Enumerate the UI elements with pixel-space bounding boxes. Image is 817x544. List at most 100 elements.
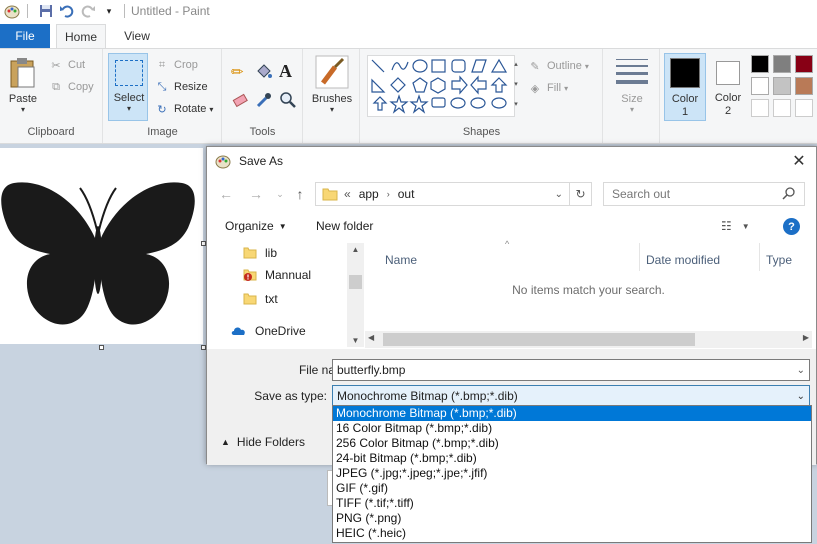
drawing-canvas[interactable] [0,148,203,344]
save-type-select[interactable]: Monochrome Bitmap (*.bmp;*.dib) ⌄ [332,385,810,407]
scroll-left-icon[interactable]: ◀ [368,333,374,342]
cut-button[interactable]: ✂ Cut [48,56,85,74]
file-name-input[interactable]: butterfly.bmp ⌄ [332,359,810,381]
file-list-scrollbar[interactable]: ◀ ▶ [365,331,812,348]
customize-quick-access-icon[interactable]: ▾ [100,2,118,20]
palette-swatch-empty-2[interactable] [773,99,791,117]
size-button[interactable]: Size ▾ [610,53,654,119]
palette-swatch-gray[interactable] [773,55,791,73]
redo-icon[interactable] [79,2,97,20]
tab-file[interactable]: File [0,24,50,48]
folder-icon [243,293,257,305]
rotate-dropdown-icon: ▾ [209,104,214,114]
paste-button[interactable]: Paste ▾ [6,55,40,117]
close-icon[interactable]: ✕ [790,152,808,170]
color1-button[interactable]: Color 1 [664,53,706,121]
brushes-button[interactable]: Brushes ▾ [308,53,356,119]
select-label: Select [113,92,145,104]
nav-item-txt[interactable]: txt [243,289,278,309]
navigation-scrollbar[interactable]: ▲ ▼ [347,243,364,347]
refresh-icon[interactable]: ↻ [569,183,591,205]
outline-label: Outline [547,60,582,72]
new-folder-button[interactable]: New folder [316,219,373,233]
save-type-option-tiff[interactable]: TIFF (*.tif;*.tiff) [333,496,811,511]
save-type-option-heic[interactable]: HEIC (*.heic) [333,526,811,541]
breadcrumb-overflow[interactable]: « [344,187,351,201]
view-options-icon[interactable]: ☷ ▼ [721,219,750,233]
paste-label: Paste [8,93,38,105]
save-type-option-gif[interactable]: GIF (*.gif) [333,481,811,496]
palette-swatch-empty-1[interactable] [751,99,769,117]
breadcrumb-app[interactable]: app [359,187,379,201]
canvas-resize-handle-bottom[interactable] [99,345,104,350]
sort-indicator-icon: ^ [505,239,510,249]
back-arrow-icon[interactable]: ← [217,185,235,203]
save-type-option-monochrome-bitmap[interactable]: Monochrome Bitmap (*.bmp;*.dib) [333,406,811,421]
help-icon[interactable]: ? [783,218,800,235]
scroll-thumb[interactable] [383,333,695,346]
tab-view[interactable]: View [114,24,160,48]
organize-button[interactable]: Organize ▼ [225,219,287,233]
breadcrumb-out[interactable]: out [398,187,415,201]
scroll-thumb[interactable] [349,275,362,289]
shapes-gallery[interactable] [367,55,515,117]
hide-folders-button[interactable]: ▲ Hide Folders [221,435,305,449]
save-type-option-jpeg[interactable]: JPEG (*.jpg;*.jpeg;*.jpe;*.jfif) [333,466,811,481]
recent-locations-icon[interactable]: ⌄ [271,185,289,203]
palette-swatch-dark-red[interactable] [795,55,813,73]
resize-button[interactable]: ⤡ Resize [154,78,208,96]
color2-button[interactable]: Color 2 [708,53,748,121]
palette-swatch-white[interactable] [751,77,769,95]
fill-bucket-icon[interactable] [255,63,273,81]
magnifier-icon[interactable] [279,91,297,109]
address-dropdown-icon[interactable]: ⌄ [555,189,563,200]
save-type-dropdown-icon[interactable]: ⌄ [797,391,805,402]
column-type[interactable]: Type [766,247,792,273]
save-type-option-256-color-bitmap[interactable]: 256 Color Bitmap (*.bmp;*.dib) [333,436,811,451]
pencil-icon[interactable]: ✏ [231,63,249,81]
column-date-modified[interactable]: Date modified [646,247,720,273]
scroll-right-icon[interactable]: ▶ [803,333,809,342]
paste-dropdown-icon: ▾ [20,105,25,114]
nav-item-mannual[interactable]: Mannual [243,265,311,285]
save-type-option-16-color-bitmap[interactable]: 16 Color Bitmap (*.bmp;*.dib) [333,421,811,436]
undo-icon[interactable] [58,2,76,20]
up-arrow-icon[interactable]: ↑ [291,185,309,203]
save-type-option-png[interactable]: PNG (*.png) [333,511,811,526]
file-name-dropdown-icon[interactable]: ⌄ [797,365,805,376]
select-button[interactable]: Select ▾ [108,53,148,121]
shapes-scroll[interactable]: ▴ ▾ ▾ [511,55,521,117]
palette-swatch-black[interactable] [751,55,769,73]
color-picker-icon[interactable] [255,91,273,109]
nav-item-label: Mannual [265,268,312,282]
nav-item-label: lib [265,246,278,260]
rotate-button[interactable]: ↻ Rotate ▾ [154,100,213,118]
clipboard-group-label: Clipboard [27,126,75,138]
image-group: Select ▾ ⌗ Crop ⤡ Resize ↻ Rotate ▾ Image [104,49,222,143]
eraser-icon[interactable] [231,91,249,109]
address-bar[interactable]: « app › out ⌄ ↻ [315,182,592,206]
text-icon[interactable]: A [279,61,292,82]
column-separator[interactable] [759,243,760,271]
copy-button[interactable]: ⧉ Copy [48,78,94,96]
palette-swatch-empty-3[interactable] [795,99,813,117]
outline-button[interactable]: ✎ Outline ▾ [527,57,589,75]
palette-swatch-light-gray[interactable] [773,77,791,95]
scroll-up-icon[interactable]: ▲ [347,245,364,254]
rotate-label: Rotate [174,103,207,115]
crop-button[interactable]: ⌗ Crop [154,56,198,74]
scroll-down-icon[interactable]: ▼ [347,336,364,345]
palette-swatch-brown[interactable] [795,77,813,95]
search-input[interactable]: Search out [603,182,805,206]
save-icon[interactable] [37,2,55,20]
fill-button[interactable]: ◈ Fill ▾ [527,79,568,97]
command-bar: Organize ▼ New folder ☷ ▼ ? [207,213,816,241]
nav-item-lib[interactable]: lib [243,243,277,263]
column-name[interactable]: Name [385,247,417,273]
forward-arrow-icon[interactable]: → [247,185,265,203]
tab-home[interactable]: Home [56,24,106,48]
outline-dropdown-icon: ▾ [584,61,589,71]
save-type-option-24-bit-bitmap[interactable]: 24-bit Bitmap (*.bmp;*.dib) [333,451,811,466]
nav-item-onedrive[interactable]: OneDrive [231,321,306,341]
column-separator[interactable] [639,243,640,271]
